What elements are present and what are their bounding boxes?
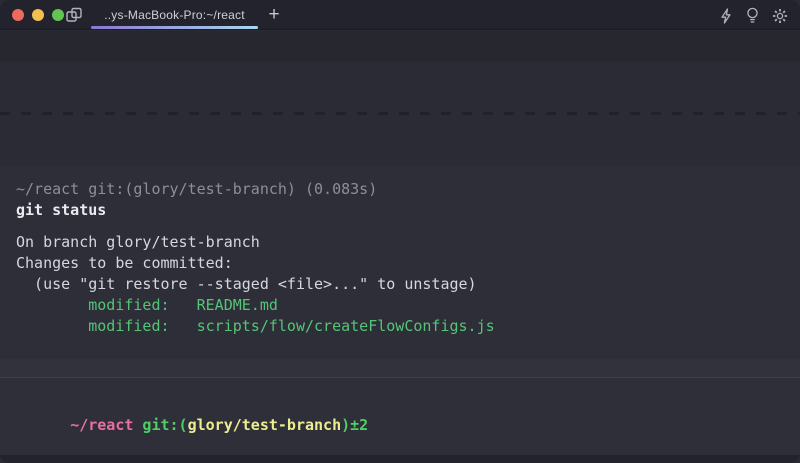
background-band-top [0,31,800,61]
command-block[interactable]: ~/react git:(glory/test-branch) (0.083s)… [0,166,800,359]
zoom-window-button[interactable] [52,9,64,21]
tab-title: ..ys-MacBook-Pro:~/react [104,8,245,22]
prompt-git-prefix: git:( [133,416,187,434]
block-context-line: ~/react git:(glory/test-branch) (0.083s) [16,179,784,200]
prompt-git-suffix: ) [341,416,350,434]
block-command[interactable]: git status [16,200,784,221]
output-line: Changes to be committed: [16,253,784,274]
shell-prompt: ~/react git:(glory/test-branch)±2 [16,394,784,457]
output-line: On branch glory/test-branch [16,232,784,253]
prompt-change-indicator: ±2 [350,416,368,434]
titlebar-actions [719,7,788,24]
minimize-window-button[interactable] [32,9,44,21]
lightning-bolt-icon[interactable] [719,8,733,24]
input-block[interactable]: ~/react git:(glory/test-branch)±2 [0,377,800,455]
warp-terminal-window: ..ys-MacBook-Pro:~/react + [0,0,800,463]
close-window-button[interactable] [12,9,24,21]
overlapping-windows-icon[interactable] [66,7,83,23]
window-bottom-edge [0,455,800,463]
background-band-middle [0,359,800,377]
tab-active[interactable]: ..ys-MacBook-Pro:~/react [91,0,258,30]
block-output: On branch glory/test-branch Changes to b… [16,232,784,337]
active-tab-indicator [91,26,258,29]
lightbulb-icon[interactable] [746,7,759,24]
prompt-directory: ~/react [70,416,133,434]
prompt-branch-name: glory/test-branch [188,416,342,434]
block-separator-dashed [0,112,800,115]
output-line: (use "git restore --staged <file>..." to… [16,274,784,295]
output-line-staged-file: modified: scripts/flow/createFlowConfigs… [16,316,784,337]
new-tab-button[interactable]: + [263,2,285,28]
output-line-staged-file: modified: README.md [16,295,784,316]
title-bar: ..ys-MacBook-Pro:~/react + [0,0,800,30]
settings-gear-icon[interactable] [772,8,788,24]
traffic-lights [12,9,64,21]
